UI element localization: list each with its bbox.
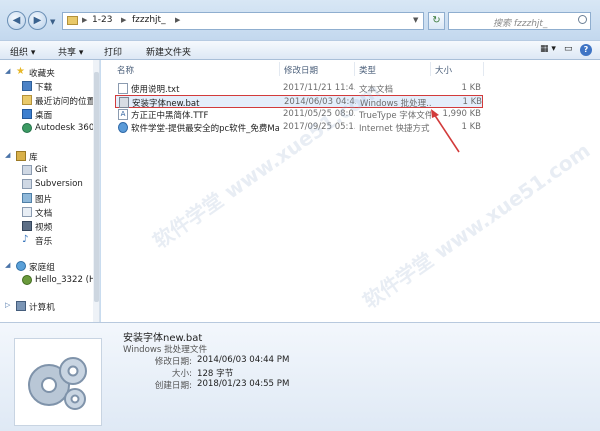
sidebar-item-favorites[interactable]: ◢ ★ 收藏夹 [0, 66, 92, 79]
git-library-icon [22, 165, 32, 175]
pictures-icon [22, 193, 32, 203]
print-button[interactable]: 打印 [104, 45, 122, 58]
new-folder-button[interactable]: 新建文件夹 [146, 45, 191, 58]
navigation-pane: ◢ ★ 收藏夹 下载 最近访问的位置 桌面 Autodesk 360 ◢ 库 G… [0, 60, 100, 322]
sidebar-item-computer[interactable]: ▷ 计算机 [0, 300, 92, 313]
share-button[interactable]: 共享 ▾ [58, 45, 83, 58]
help-icon[interactable]: ? [580, 44, 592, 56]
homegroup-icon [16, 261, 26, 271]
breadcrumb-separator-icon[interactable]: ▶ [82, 16, 87, 24]
detail-modified-label: 修改日期: [154, 357, 192, 367]
sidebar-item-subversion[interactable]: Subversion [0, 178, 92, 191]
star-icon: ★ [16, 66, 25, 77]
detail-size-value: 128 字节 [197, 369, 234, 379]
sidebar-item-label: 文档 [35, 209, 53, 219]
sidebar-item-label: Subversion [35, 179, 83, 189]
detail-filetype: Windows 批处理文件 [123, 345, 208, 355]
recent-pages-chevron-icon[interactable]: ▼ [50, 18, 55, 26]
search-input[interactable]: 搜索 fzzzhjt_ [448, 12, 591, 30]
sidebar-item-label: 图片 [35, 195, 53, 205]
file-list: 名称 修改日期 类型 大小 使用说明.txt 2017/11/21 11:4..… [101, 60, 600, 322]
detail-created-label: 创建日期: [154, 381, 192, 391]
sidebar-item-git[interactable]: Git [0, 164, 92, 177]
sidebar-item-label: 下载 [35, 83, 53, 93]
sidebar-item-label: 收藏夹 [29, 69, 55, 79]
sidebar-item-recent-places[interactable]: 最近访问的位置 [0, 94, 96, 107]
gears-icon [28, 357, 87, 410]
view-options-icon[interactable]: ▦ ▾ [540, 44, 556, 54]
sidebar-item-label: 视频 [35, 223, 53, 233]
documents-icon [22, 207, 32, 217]
sidebar-item-autodesk-360[interactable]: Autodesk 360 [0, 122, 95, 135]
sidebar-item-label: 桌面 [35, 111, 53, 121]
recent-places-icon [22, 95, 32, 105]
address-bar[interactable]: ▶ 1-23 ▶ fzzzhjt_ ▶ ▼ [62, 12, 424, 30]
preview-pane-icon[interactable]: ▭ [564, 44, 573, 54]
organize-button[interactable]: 组织 ▾ [10, 45, 35, 58]
sidebar-item-label: 家庭组 [29, 263, 55, 273]
sidebar-item-downloads[interactable]: 下载 [0, 80, 92, 93]
detail-filename: 安装字体new.bat [123, 333, 203, 344]
annotation-arrow-icon [431, 109, 460, 153]
details-pane: 安装字体new.bat Windows 批处理文件 修改日期: 2014/06/… [0, 322, 600, 431]
user-avatar-icon [22, 275, 32, 285]
breadcrumb-1-23[interactable]: 1-23 [92, 15, 112, 25]
sidebar-item-desktop[interactable]: 桌面 [0, 108, 92, 121]
sidebar-item-label: Git [35, 165, 48, 175]
forward-arrow-icon[interactable]: ▶ [28, 11, 47, 30]
command-bar: 组织 ▾ 共享 ▾ 打印 新建文件夹 ▦ ▾ ▭ ? [0, 40, 600, 60]
library-icon [16, 151, 26, 161]
navigation-bar: ◀ ▶ ▼ ▶ 1-23 ▶ fzzzhjt_ ▶ ▼ ↻ 搜索 fzzzhjt… [0, 0, 600, 40]
computer-icon [16, 301, 26, 311]
sidebar-item-label: 最近访问的位置 [35, 97, 96, 107]
detail-modified-value: 2014/06/03 04:44 PM [197, 355, 290, 365]
sidebar-item-label: 计算机 [29, 303, 55, 313]
address-history-chevron-icon[interactable]: ▼ [413, 16, 418, 24]
detail-created-value: 2018/01/23 04:55 PM [197, 379, 290, 389]
explorer-window: ◀ ▶ ▼ ▶ 1-23 ▶ fzzzhjt_ ▶ ▼ ↻ 搜索 fzzzhjt… [0, 0, 600, 431]
sidebar-item-videos[interactable]: 视频 [0, 220, 92, 233]
folder-icon [67, 16, 78, 25]
search-icon [578, 15, 587, 24]
refresh-icon[interactable]: ↻ [428, 12, 445, 30]
search-placeholder: 搜索 fzzzhjt_ [493, 19, 548, 29]
detail-size-label: 大小: [171, 369, 192, 379]
sidebar-item-label: Autodesk 360 [35, 123, 95, 133]
sidebar-item-homegroup[interactable]: ◢ 家庭组 [0, 260, 92, 273]
subversion-library-icon [22, 179, 32, 189]
collapse-chevron-icon[interactable]: ◢ [5, 151, 15, 161]
sidebar-item-music[interactable]: ♪ 音乐 [0, 234, 92, 247]
videos-icon [22, 221, 32, 231]
sidebar-item-hello-3322[interactable]: Hello_3322 (HEL [0, 274, 99, 287]
collapse-chevron-icon[interactable]: ◢ [5, 67, 15, 77]
breadcrumb-separator-icon[interactable]: ▶ [121, 16, 126, 24]
sidebar-scrollbar-thumb[interactable] [94, 72, 99, 302]
desktop-icon [22, 109, 32, 119]
back-arrow-icon[interactable]: ◀ [7, 11, 26, 30]
downloads-folder-icon [22, 81, 32, 91]
sidebar-item-label: 音乐 [35, 237, 53, 247]
sidebar-item-label: 库 [29, 153, 38, 163]
file-thumbnail [14, 338, 102, 426]
expand-chevron-icon[interactable]: ▷ [5, 301, 15, 311]
sidebar-item-documents[interactable]: 文档 [0, 206, 92, 219]
autodesk-360-icon [22, 123, 32, 133]
breadcrumb-fzzzhjt[interactable]: fzzzhjt_ [132, 15, 166, 25]
sidebar-item-label: Hello_3322 (HEL [35, 275, 100, 285]
sidebar-item-libraries[interactable]: ◢ 库 [0, 150, 92, 163]
breadcrumb-separator-icon[interactable]: ▶ [175, 16, 180, 24]
sidebar-item-pictures[interactable]: 图片 [0, 192, 92, 205]
music-icon: ♪ [22, 234, 29, 245]
collapse-chevron-icon[interactable]: ◢ [5, 261, 15, 271]
